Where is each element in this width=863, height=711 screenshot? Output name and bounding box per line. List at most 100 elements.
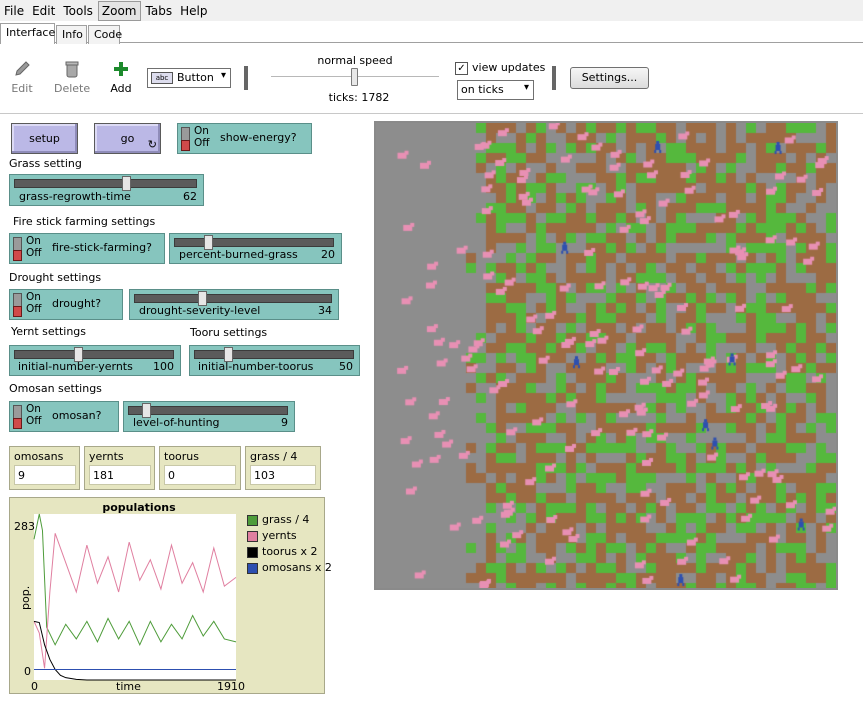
drought-switch[interactable]: On Off drought? [9, 289, 123, 320]
omosan-label: omosan? [52, 409, 102, 422]
drought-label: drought? [52, 297, 102, 310]
slider-value: 100 [153, 360, 174, 373]
y-axis-label: pop. [19, 586, 32, 610]
slider-track [14, 350, 174, 359]
omosan-switch[interactable]: On Off omosan? [9, 401, 119, 432]
view-updates-checkbox[interactable]: ✓ [455, 62, 468, 75]
plot-canvas: 283 0 0 1910 time pop. [14, 513, 245, 693]
slider-track [128, 406, 288, 415]
legend-label: toorus x 2 [262, 545, 318, 558]
delete-label: Delete [54, 82, 91, 95]
go-button[interactable]: go ↻ [94, 123, 161, 154]
switch-knob [13, 418, 22, 429]
show-energy-switch[interactable]: On Off show-energy? [177, 123, 312, 154]
initial-number-toorus-slider[interactable]: initial-number-toorus 50 [189, 345, 360, 376]
switch-off-label: Off [26, 303, 42, 315]
grass-regrowth-time-slider[interactable]: grass-regrowth-time 62 [9, 174, 204, 206]
slider-label: drought-severity-level [139, 304, 261, 317]
y-min-label: 0 [24, 665, 31, 678]
fire-stick-farming-switch[interactable]: On Off fire-stick-farming? [9, 233, 165, 264]
plot-area [34, 514, 236, 680]
monitor-label: toorus [164, 450, 199, 463]
x-max-label: 1910 [217, 680, 245, 693]
slider-label: initial-number-toorus [198, 360, 314, 373]
pencil-icon [15, 61, 30, 76]
drought-severity-level-slider[interactable]: drought-severity-level 34 [129, 289, 339, 320]
switch-off-label: Off [26, 415, 42, 427]
add-button[interactable]: Add [103, 60, 139, 95]
populations-plot: populations 283 0 0 1910 time pop. grass… [9, 497, 332, 694]
level-of-hunting-slider[interactable]: level-of-hunting 9 [123, 401, 295, 432]
monitor-value: 9 [14, 465, 76, 485]
slider-label: level-of-hunting [133, 416, 220, 429]
slider-track [194, 350, 354, 359]
slider-value: 34 [318, 304, 332, 317]
initial-number-yernts-slider[interactable]: initial-number-yernts 100 [9, 345, 181, 376]
chevron-down-icon: ▾ [523, 82, 529, 93]
x-min-label: 0 [31, 680, 38, 693]
speed-label: normal speed [317, 54, 393, 67]
percent-burned-grass-slider[interactable]: percent-burned-grass 20 [169, 233, 342, 264]
monitor-label: yernts [89, 450, 124, 463]
slider-track [14, 179, 197, 188]
view-updates-label: view updates [472, 61, 546, 74]
switch-on-label: On [194, 125, 209, 137]
slider-label: grass-regrowth-time [19, 190, 131, 203]
monitor-toorus: toorus 0 [159, 446, 241, 490]
tab-bar: Interface Info Code [0, 22, 863, 44]
slider-value: 9 [281, 416, 288, 429]
slider-thumb[interactable] [121, 176, 131, 191]
toolbar-separator [244, 66, 248, 90]
edit-label: Edit [11, 82, 33, 95]
edit-button[interactable]: Edit [4, 60, 40, 95]
slider-value: 50 [339, 360, 353, 373]
panel-divider [0, 113, 863, 114]
slider-label: percent-burned-grass [179, 248, 298, 261]
grass-section-label: Grass setting [9, 157, 82, 170]
slider-value: 62 [183, 190, 197, 203]
update-mode-value: on ticks [461, 83, 504, 96]
tab-code[interactable]: Code [88, 25, 122, 44]
monitor-yernts: yernts 181 [84, 446, 155, 490]
world-view[interactable] [374, 121, 838, 590]
omosan-section-label: Omosan settings [9, 382, 102, 395]
toolbar: Edit Delete Add abc Button ▾ normal spee… [0, 44, 863, 114]
monitor-label: omosans [14, 450, 64, 463]
menu-edit[interactable]: Edit [29, 2, 58, 20]
slider-label: initial-number-yernts [18, 360, 133, 373]
switch-knob [13, 250, 22, 261]
monitor-value: 181 [89, 465, 151, 485]
legend-swatch [247, 547, 258, 558]
menu-zoom[interactable]: Zoom [97, 0, 141, 21]
menu-bar: File Edit Tools Zoom Tabs Help [0, 0, 863, 21]
widget-type-select[interactable]: abc Button ▾ [147, 68, 231, 88]
delete-button[interactable]: Delete [54, 60, 90, 95]
switch-on-label: On [26, 235, 41, 247]
switch-off-label: Off [194, 137, 210, 149]
fire-section-label: Fire stick farming settings [13, 215, 156, 228]
settings-button[interactable]: Settings... [570, 67, 649, 89]
legend-label: grass / 4 [262, 513, 310, 526]
setup-button[interactable]: setup [11, 123, 78, 154]
tab-info[interactable]: Info [56, 25, 87, 44]
speed-slider-thumb[interactable] [351, 68, 358, 86]
menu-help[interactable]: Help [177, 2, 210, 20]
button-type-icon: abc [151, 72, 173, 84]
toolbar-separator [552, 66, 556, 90]
yernt-section-label: Yernt settings [11, 325, 87, 338]
switch-knob [181, 140, 190, 151]
slider-value: 20 [321, 248, 335, 261]
setup-button-label: setup [29, 132, 60, 145]
add-label: Add [110, 82, 132, 95]
world-canvas[interactable] [376, 123, 836, 588]
tab-interface[interactable]: Interface [0, 23, 55, 44]
menu-file[interactable]: File [1, 2, 27, 20]
switch-on-label: On [26, 403, 41, 415]
forever-icon: ↻ [147, 138, 157, 151]
update-mode-select[interactable]: on ticks ▾ [457, 80, 534, 100]
menu-tools[interactable]: Tools [60, 2, 96, 20]
monitor-label: grass / 4 [250, 450, 298, 463]
slider-track [174, 238, 334, 247]
drought-section-label: Drought settings [9, 271, 102, 284]
menu-tabs[interactable]: Tabs [143, 2, 176, 20]
